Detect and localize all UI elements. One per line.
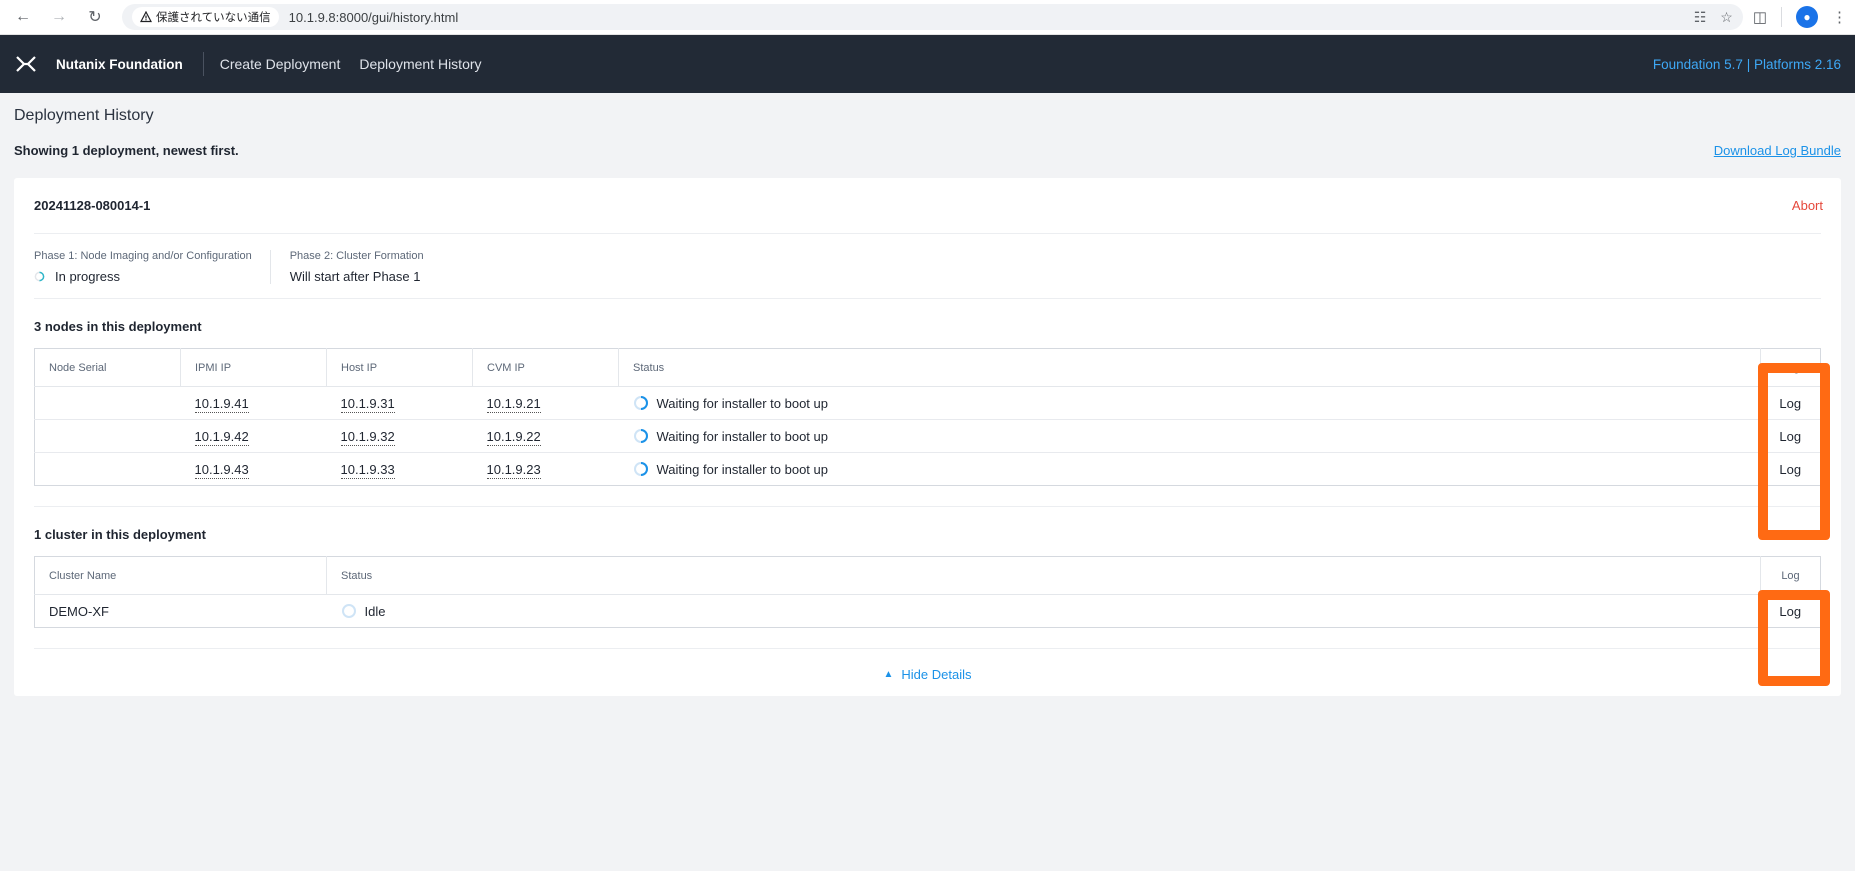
nodes-table: Node Serial IPMI IP Host IP CVM IP Statu… xyxy=(34,348,1821,486)
idle-circle-icon xyxy=(341,604,356,618)
cvm-ip-link[interactable]: 10.1.9.23 xyxy=(486,461,541,479)
table-row: 10.1.9.43 10.1.9.33 10.1.9.23 Waiting fo… xyxy=(35,453,1821,486)
download-log-bundle-link[interactable]: Download Log Bundle xyxy=(1714,143,1841,158)
phase-2-label: Phase 2: Cluster Formation xyxy=(289,250,424,262)
node-log-link[interactable]: Log xyxy=(1779,396,1801,411)
col-status[interactable]: Status xyxy=(618,348,1761,387)
url-text[interactable]: 10.1.9.8:8000/gui/history.html xyxy=(289,10,459,25)
col-log: Log xyxy=(1760,348,1821,387)
showing-text: Showing 1 deployment, newest first. xyxy=(14,143,239,158)
app-header: Nutanix Foundation Create Deployment Dep… xyxy=(0,35,1855,93)
browser-toolbar: ← → ↻ 保護されていない通信 10.1.9.8:8000/gui/histo… xyxy=(0,0,1855,35)
security-chip[interactable]: 保護されていない通信 xyxy=(132,7,279,27)
abort-button[interactable]: Abort xyxy=(1792,198,1823,213)
clusters-table: Cluster Name Status Log DEMO-XF Idle Log xyxy=(34,556,1821,628)
clusters-table-header: Cluster Name Status Log xyxy=(34,556,1821,595)
node-log-link[interactable]: Log xyxy=(1779,462,1801,477)
deployment-id: 20241128-080014-1 xyxy=(34,198,151,213)
ipmi-ip-link[interactable]: 10.1.9.43 xyxy=(194,461,249,479)
address-bar[interactable]: 保護されていない通信 10.1.9.8:8000/gui/history.htm… xyxy=(122,4,1743,30)
progress-spinner-icon xyxy=(34,271,45,282)
cvm-ip-link[interactable]: 10.1.9.21 xyxy=(486,395,541,413)
cluster-name: DEMO-XF xyxy=(49,603,109,619)
translate-icon[interactable]: ☷ xyxy=(1694,9,1707,26)
col-cvm-ip[interactable]: CVM IP xyxy=(472,348,619,387)
col-node-serial[interactable]: Node Serial xyxy=(34,348,181,387)
node-serial xyxy=(35,453,181,486)
host-ip-link[interactable]: 10.1.9.31 xyxy=(340,395,395,413)
table-row: DEMO-XF Idle Log xyxy=(35,595,1821,628)
col-cluster-log: Log xyxy=(1760,556,1821,595)
cluster-log-link[interactable]: Log xyxy=(1779,604,1801,619)
extensions-icon[interactable]: ◫ xyxy=(1753,8,1767,26)
version-info[interactable]: Foundation 5.7 | Platforms 2.16 xyxy=(1653,57,1841,72)
host-ip-link[interactable]: 10.1.9.33 xyxy=(340,461,395,479)
phase-2-status: Will start after Phase 1 xyxy=(290,269,424,284)
col-ipmi-ip[interactable]: IPMI IP xyxy=(180,348,327,387)
brand-name[interactable]: Nutanix Foundation xyxy=(56,57,183,72)
col-host-ip[interactable]: Host IP xyxy=(326,348,473,387)
phases-row: Phase 1: Node Imaging and/or Configurati… xyxy=(34,234,1821,299)
deployment-card: 20241128-080014-1 Abort Phase 1: Node Im… xyxy=(14,178,1841,696)
back-arrow-icon[interactable]: ← xyxy=(8,5,38,29)
summary-row: Showing 1 deployment, newest first. Down… xyxy=(14,143,1841,158)
ipmi-ip-link[interactable]: 10.1.9.42 xyxy=(194,428,249,446)
ipmi-ip-link[interactable]: 10.1.9.41 xyxy=(194,395,249,413)
progress-spinner-icon xyxy=(633,396,648,410)
deployment-card-header: 20241128-080014-1 Abort xyxy=(34,198,1823,234)
node-status: Waiting for installer to boot up xyxy=(633,395,1761,411)
nodes-table-header: Node Serial IPMI IP Host IP CVM IP Statu… xyxy=(34,348,1821,387)
bookmark-star-icon[interactable]: ☆ xyxy=(1720,9,1733,26)
chevron-up-icon: ▲ xyxy=(883,669,894,680)
cvm-ip-link[interactable]: 10.1.9.22 xyxy=(486,428,541,446)
page-title: Deployment History xyxy=(14,107,154,124)
nav-create-deployment[interactable]: Create Deployment xyxy=(220,56,341,72)
phase-1-label: Phase 1: Node Imaging and/or Configurati… xyxy=(34,250,252,262)
progress-spinner-icon xyxy=(633,429,648,443)
phase-1-status-text: In progress xyxy=(55,269,121,284)
node-status-text: Waiting for installer to boot up xyxy=(656,395,829,411)
node-status-text: Waiting for installer to boot up xyxy=(656,461,829,477)
security-label: 保護されていない通信 xyxy=(156,12,271,24)
page-content: Deployment History Showing 1 deployment,… xyxy=(0,93,1855,710)
menu-kebab-icon[interactable]: ⋮ xyxy=(1832,8,1847,26)
table-row: 10.1.9.42 10.1.9.32 10.1.9.22 Waiting fo… xyxy=(34,419,1821,453)
cluster-status: Idle xyxy=(341,603,1761,619)
progress-spinner-icon xyxy=(633,462,648,476)
toolbar-divider xyxy=(1781,7,1782,27)
header-divider xyxy=(202,52,204,76)
node-serial xyxy=(34,386,181,420)
nodes-section-title: 3 nodes in this deployment xyxy=(34,319,202,334)
cluster-status-text: Idle xyxy=(364,603,386,619)
nutanix-logo-icon[interactable] xyxy=(14,52,38,76)
hide-details-button[interactable]: ▲ Hide Details xyxy=(34,649,1821,682)
node-status: Waiting for installer to boot up xyxy=(633,428,1761,444)
hide-details-label: Hide Details xyxy=(901,667,972,682)
phase-2-status-text: Will start after Phase 1 xyxy=(289,269,421,284)
col-cluster-status[interactable]: Status xyxy=(326,556,1761,595)
nav-deployment-history[interactable]: Deployment History xyxy=(359,56,481,72)
phase-1-status: In progress xyxy=(34,269,252,284)
node-serial xyxy=(34,419,181,453)
node-status-text: Waiting for installer to boot up xyxy=(656,428,829,444)
node-status: Waiting for installer to boot up xyxy=(633,461,1761,477)
warning-icon xyxy=(140,11,152,23)
reload-icon[interactable]: ↻ xyxy=(80,5,110,29)
phase-2: Phase 2: Cluster Formation Will start af… xyxy=(269,250,442,284)
forward-arrow-icon[interactable]: → xyxy=(44,5,74,29)
col-cluster-name[interactable]: Cluster Name xyxy=(34,556,327,595)
profile-avatar-icon[interactable]: ● xyxy=(1796,6,1818,28)
table-row: 10.1.9.41 10.1.9.31 10.1.9.21 Waiting fo… xyxy=(34,386,1821,420)
phase-1: Phase 1: Node Imaging and/or Configurati… xyxy=(34,250,270,284)
section-divider xyxy=(34,506,1821,507)
node-log-link[interactable]: Log xyxy=(1779,429,1801,444)
host-ip-link[interactable]: 10.1.9.32 xyxy=(340,428,395,446)
clusters-section-title: 1 cluster in this deployment xyxy=(34,527,206,542)
